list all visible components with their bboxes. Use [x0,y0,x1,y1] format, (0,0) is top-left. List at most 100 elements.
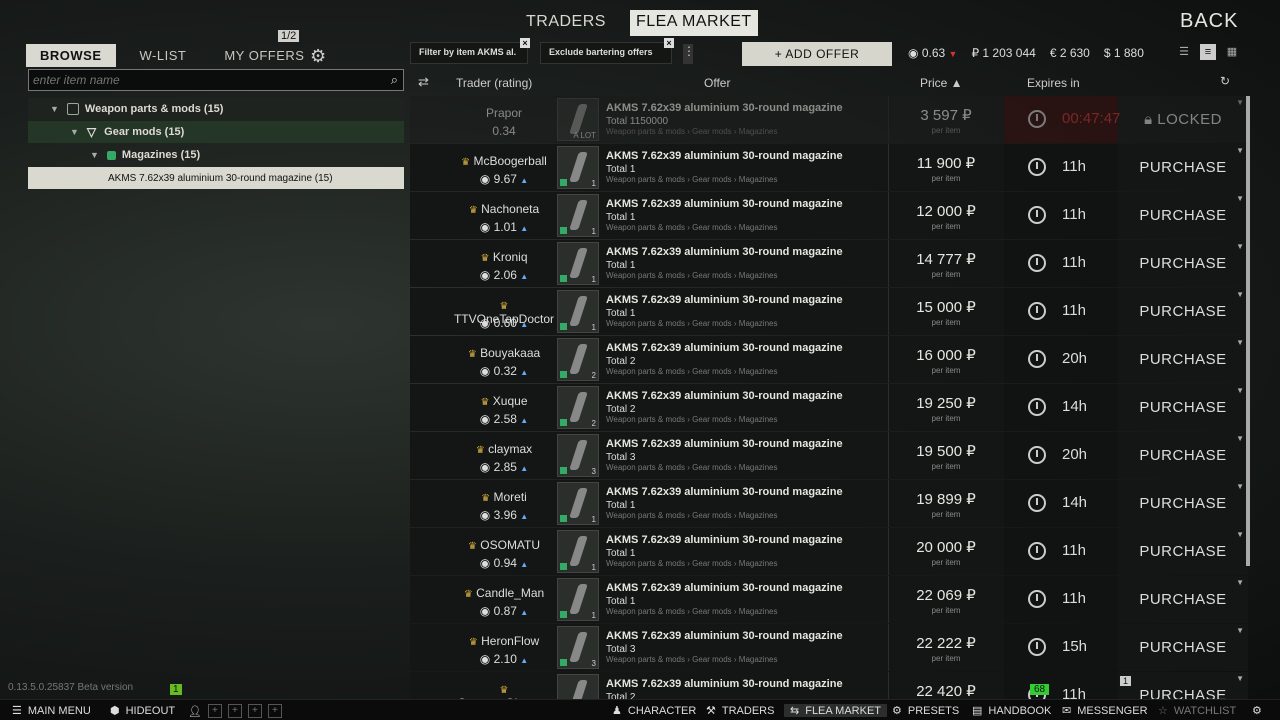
purchase-button[interactable]: PURCHASE [1118,624,1248,671]
add-slot-icon[interactable]: + [207,704,222,718]
tree-item-akms-magazine[interactable]: AKMS 7.62x39 aluminium 30-round magazine… [28,167,404,189]
item-thumbnail[interactable]: 1 [557,290,599,333]
add-offer-button[interactable]: + ADD OFFER [742,42,892,66]
item-thumbnail[interactable]: 1 [557,194,599,237]
tab-flea-market[interactable]: FLEA MARKET [629,10,758,36]
trader-name[interactable]: Prapor [452,106,556,120]
add-slot-icon[interactable]: + [227,704,242,718]
expand-icon[interactable]: ▼ [1236,674,1244,683]
traders-button[interactable]: ⚒ TRADERS [706,704,774,718]
trader-name[interactable]: ♛ Bouyakaaa [452,346,556,360]
add-slot-icon[interactable]: + [247,704,262,718]
expand-icon[interactable]: ▼ [1236,482,1244,491]
purchase-button[interactable]: PURCHASE [1118,336,1248,383]
item-thumbnail[interactable]: 1 [557,530,599,573]
compact-list-icon[interactable]: ☰ [1176,44,1192,60]
offer-row[interactable]: ♛ OSOMATU ◉ 0.94 ▲ 1 AKMS 7.62x39 aluminium… [410,528,1248,575]
settings-icon[interactable]: ⚙ [1252,704,1262,717]
scrollbar[interactable] [1246,96,1250,566]
tab-browse[interactable]: BROWSE [26,44,116,67]
purchase-button[interactable]: PURCHASE [1118,576,1248,623]
offer-row[interactable]: ♛ McBoogerball ◉ 9.67 ▲ 1 AKMS 7.62x39 alum… [410,144,1248,191]
item-thumbnail[interactable]: 3 [557,626,599,669]
messenger-button[interactable]: ✉ MESSENGER [1062,704,1148,718]
expand-icon[interactable]: ▼ [1236,434,1244,443]
close-icon[interactable]: × [520,38,530,48]
filter-item-chip[interactable]: Filter by item AKMS al. × [410,38,530,64]
tab-my-offers[interactable]: MY OFFERS [210,44,318,67]
purchase-button[interactable]: PURCHASE [1118,528,1248,575]
col-price[interactable]: Price ▲ [920,76,963,90]
col-expires[interactable]: Expires in [1027,76,1080,90]
offer-row[interactable]: ♛ Xuque ◉ 2.58 ▲ 2 AKMS 7.62x39 aluminium 3… [410,384,1248,431]
expand-icon[interactable]: ▼ [1236,626,1244,635]
item-thumbnail[interactable]: A LOT [557,98,599,141]
purchase-button[interactable]: PURCHASE [1118,384,1248,431]
item-thumbnail[interactable]: 2 [557,386,599,429]
item-thumbnail[interactable]: 1 [557,242,599,285]
expand-icon[interactable]: ▼ [1236,386,1244,395]
trader-name[interactable]: ♛ Xuque [452,394,556,408]
trader-name[interactable]: ♛ Kroniq [452,250,556,264]
col-trader[interactable]: Trader (rating) [456,76,532,90]
trader-name[interactable]: ♛ OSOMATU [452,538,556,552]
trader-name[interactable]: ♛ claymax [452,442,556,456]
offer-row[interactable]: ♛ Moreti ◉ 3.96 ▲ 1 AKMS 7.62x39 aluminium … [410,480,1248,527]
refresh-icon[interactable]: ↻ [1220,74,1230,88]
offer-row[interactable]: ♛ Bouyakaaa ◉ 0.32 ▲ 2 AKMS 7.62x39 alumini… [410,336,1248,383]
expand-icon[interactable]: ▼ [1236,242,1244,251]
expand-icon[interactable]: ▼ [1236,338,1244,347]
expand-icon[interactable]: ▼ [1236,194,1244,203]
presets-button[interactable]: ⚙ PRESETS [892,704,959,718]
handbook-button[interactable]: ▤ HANDBOOK [972,704,1051,718]
tab-traders[interactable]: TRADERS [520,10,612,36]
expand-icon[interactable]: ▼ [1236,530,1244,539]
purchase-button[interactable]: PURCHASE [1118,480,1248,527]
expand-icon[interactable]: ▼ [1236,146,1244,155]
add-slot-icon[interactable]: + [267,704,282,718]
filter-options-icon[interactable]: ⋮ [683,44,695,64]
tree-item-weapon-parts[interactable]: ▼ Weapon parts & mods (15) [28,98,404,120]
col-offer[interactable]: Offer [704,76,730,90]
offer-row[interactable]: ♛ TTVOneTapDoctor ◉ 0.60 ▲ 1 AKMS 7.62x39 a… [410,288,1248,335]
tree-item-magazines[interactable]: ▼ Magazines (15) [28,144,404,166]
purchase-button[interactable]: PURCHASE [1118,144,1248,191]
offer-row[interactable]: ♛ Savage_Gluttony◉ ▲AKMS 7.62x39 alumini… [410,672,1248,702]
trader-name[interactable]: ♛ HeronFlow [452,634,556,648]
trader-name[interactable]: ♛ McBoogerball [452,154,556,168]
purchase-button[interactable]: PURCHASE [1118,192,1248,239]
main-menu-button[interactable]: ☰ MAIN MENU [12,704,91,718]
list-view-icon[interactable]: ≡ [1200,44,1216,60]
offer-row[interactable]: ♛ claymax ◉ 2.85 ▲ 3 AKMS 7.62x39 aluminium… [410,432,1248,479]
offer-row[interactable]: ♛ Kroniq ◉ 2.06 ▲ 1 AKMS 7.62x39 aluminium … [410,240,1248,287]
purchase-button[interactable]: PURCHASE [1118,288,1248,335]
offer-row[interactable]: ♛ Nachoneta ◉ 1.01 ▲ 1 AKMS 7.62x39 alumini… [410,192,1248,239]
tree-item-gear-mods[interactable]: ▼ ▽ Gear mods (15) [28,121,404,143]
trader-name[interactable]: ♛ Nachoneta [452,202,556,216]
trader-name[interactable]: ♛ Candle_Man [452,586,556,600]
item-thumbnail[interactable]: 1 [557,482,599,525]
back-button[interactable]: BACK [1180,10,1238,33]
search-input[interactable] [29,70,369,90]
hideout-button[interactable]: ⬢ HIDEOUT [110,704,175,718]
filter-bartering-chip[interactable]: Exclude bartering offers × [540,38,674,64]
item-thumbnail[interactable] [557,674,599,702]
offer-row-locked[interactable]: Prapor 0.34 A LOT AKMS 7.62x39 aluminium… [410,96,1248,143]
item-thumbnail[interactable]: 2 [557,338,599,381]
expand-icon[interactable]: ▼ [1236,98,1244,107]
trader-name[interactable]: ♛ Moreti [452,490,556,504]
watchlist-button[interactable]: ☆ WATCHLIST [1158,704,1236,718]
purchase-button[interactable]: PURCHASE [1118,432,1248,479]
purchase-button[interactable]: PURCHASE [1118,240,1248,287]
offer-row[interactable]: ♛ Candle_Man ◉ 0.87 ▲ 1 AKMS 7.62x39 alumin… [410,576,1248,623]
gear-icon[interactable]: ⚙ [310,46,326,67]
item-thumbnail[interactable]: 1 [557,146,599,189]
item-thumbnail[interactable]: 1 [557,578,599,621]
offer-row[interactable]: ♛ HeronFlow ◉ 2.10 ▲ 3 AKMS 7.62x39 alumini… [410,624,1248,671]
search-icon[interactable]: ⌕ [391,72,398,88]
flea-market-button[interactable]: ⇆ FLEA MARKET [784,704,888,717]
expand-icon[interactable]: ▼ [1236,290,1244,299]
tab-wlist[interactable]: W-LIST [126,44,201,67]
close-icon[interactable]: × [664,38,674,48]
character-button[interactable]: ♟ CHARACTER [612,704,696,718]
